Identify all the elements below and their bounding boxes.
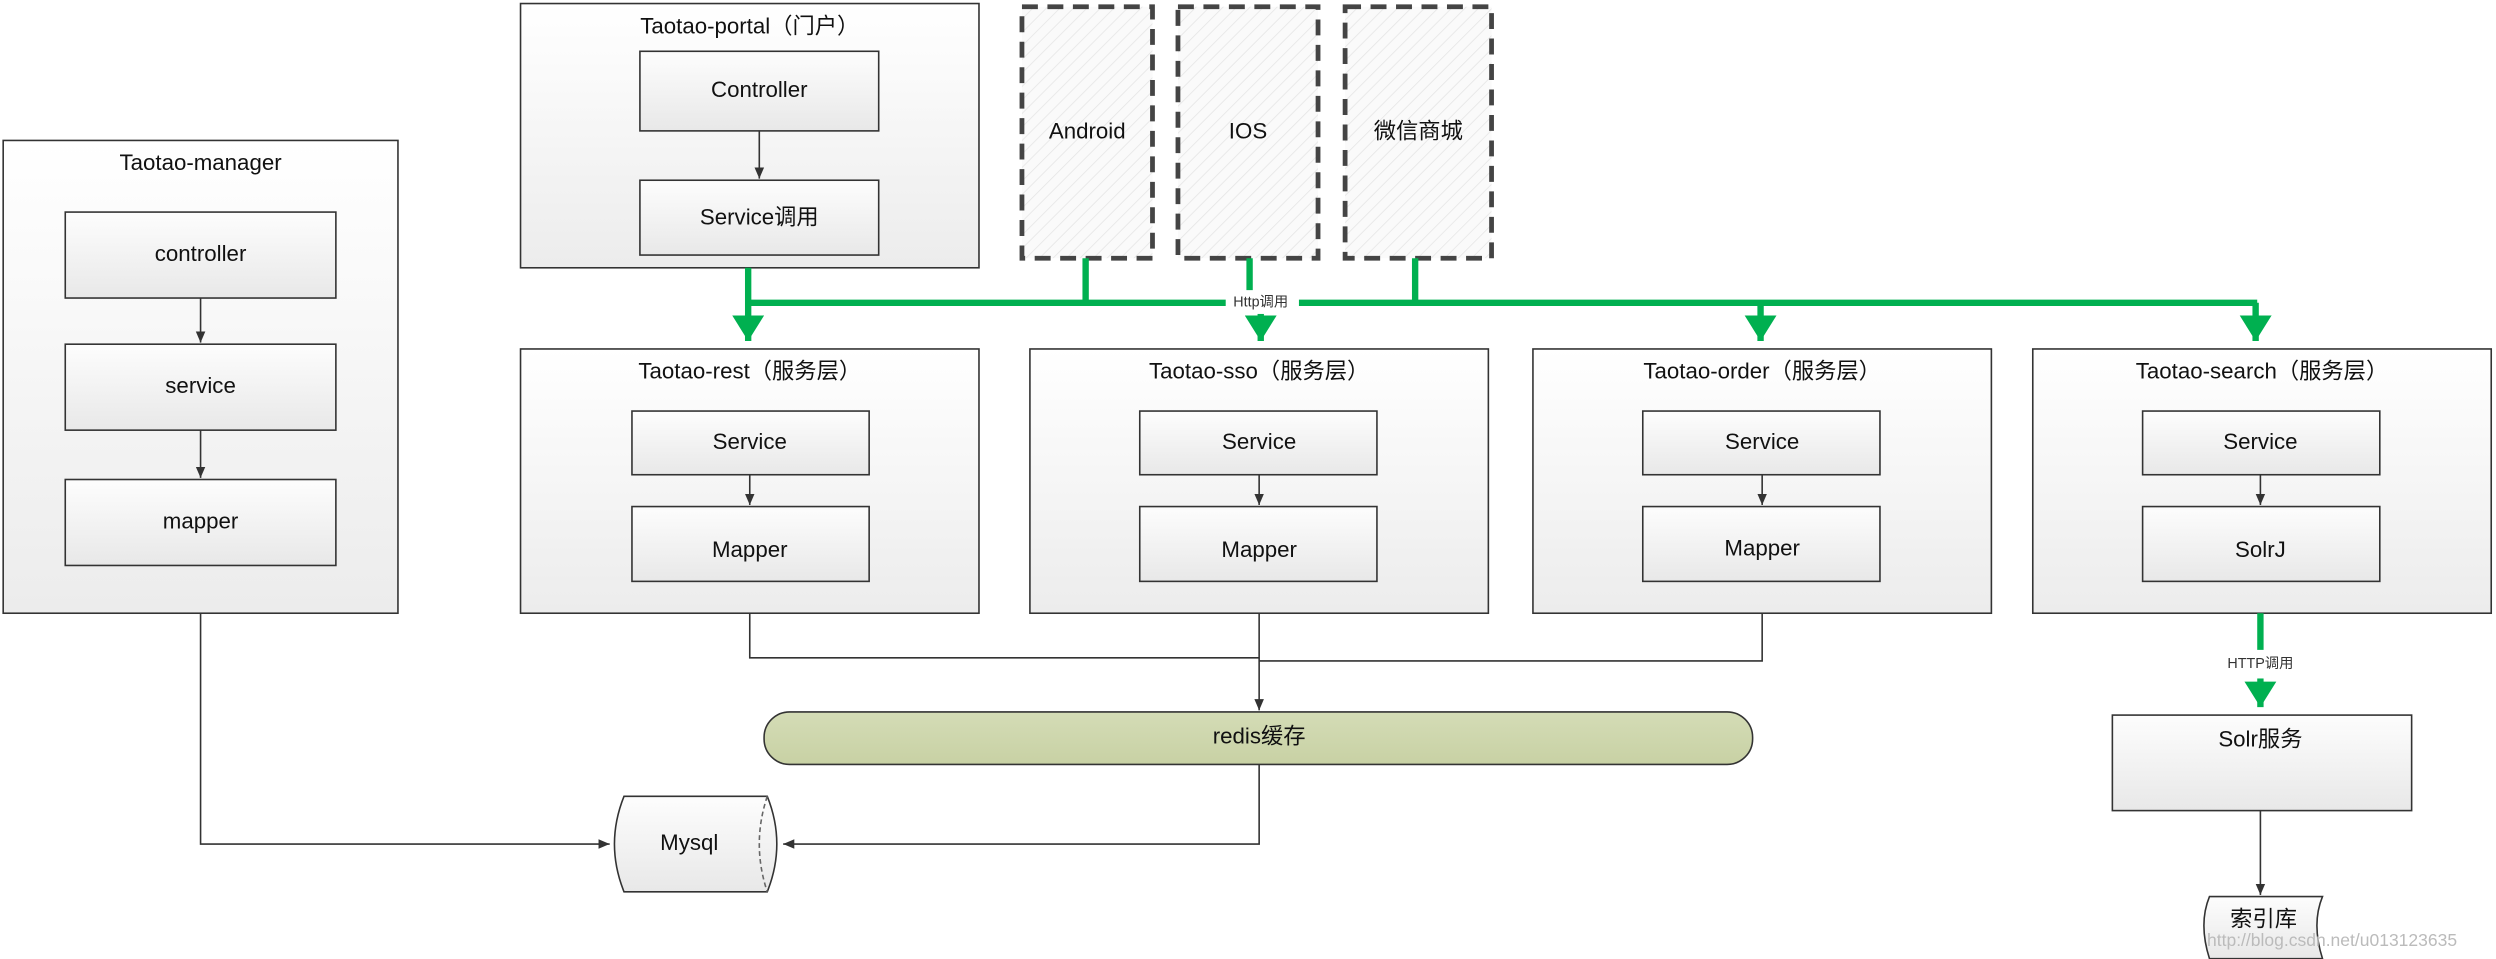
svg-text:Taotao-order（服务层）: Taotao-order（服务层）: [1643, 359, 1881, 384]
redis-cache: redis缓存: [763, 711, 1754, 766]
taotao-sso-module: Taotao-sso（服务层） Service Mapper: [1029, 348, 1490, 615]
manager-mapper: mapper: [163, 508, 239, 533]
svg-text:Mapper: Mapper: [712, 537, 788, 562]
svg-text:Service: Service: [713, 429, 787, 454]
svg-text:Mapper: Mapper: [1221, 537, 1297, 562]
manager-service: service: [165, 373, 236, 398]
taotao-search-module: Taotao-search（服务层） Service SolrJ: [2031, 348, 2493, 615]
portal-title: Taotao-portal（门户）: [640, 13, 859, 38]
portal-controller: Controller: [711, 77, 808, 102]
solr-link: HTTP调用: [2227, 613, 2293, 708]
manager-title: Taotao-manager: [119, 150, 282, 175]
taotao-manager-module: Taotao-manager controller service mapper: [2, 139, 399, 615]
svg-text:Solr服务: Solr服务: [2218, 726, 2302, 751]
taotao-rest-module: Taotao-rest（服务层） Service Mapper: [519, 348, 980, 615]
http-bus: Http调用: [732, 258, 2272, 342]
client-android: Android: [1019, 4, 1155, 261]
svg-text:redis缓存: redis缓存: [1213, 723, 1306, 748]
svg-text:Taotao-sso（服务层）: Taotao-sso（服务层）: [1149, 359, 1369, 384]
svg-text:Mysql: Mysql: [660, 830, 718, 855]
svg-text:Service: Service: [1725, 429, 1799, 454]
svg-text:微信商城: 微信商城: [1374, 118, 1463, 143]
taotao-portal-module: Taotao-portal（门户） Controller Service调用: [519, 2, 980, 269]
svg-text:Mapper: Mapper: [1724, 535, 1800, 560]
svg-text:Service: Service: [1222, 429, 1296, 454]
cache-connectors: [748, 613, 1763, 711]
portal-service: Service调用: [700, 204, 819, 229]
svg-text:Taotao-rest（服务层）: Taotao-rest（服务层）: [638, 359, 861, 384]
svg-text:Android: Android: [1049, 118, 1126, 143]
architecture-diagram: Taotao-manager controller service mapper…: [2, 2, 2493, 959]
client-wechat-mall: 微信商城: [1342, 4, 1494, 261]
solr-service: Solr服务: [2111, 714, 2413, 812]
manager-controller: controller: [155, 241, 247, 266]
svg-text:索引库: 索引库: [2230, 906, 2297, 931]
svg-text:Service: Service: [2223, 429, 2297, 454]
svg-text:HTTP调用: HTTP调用: [2227, 655, 2293, 672]
client-ios: IOS: [1175, 4, 1321, 261]
mysql-database: Mysql: [613, 795, 778, 893]
bus-label: Http调用: [1233, 294, 1288, 311]
svg-text:Taotao-search（服务层）: Taotao-search（服务层）: [2136, 359, 2388, 384]
taotao-order-module: Taotao-order（服务层） Service Mapper: [1532, 348, 1993, 615]
svg-text:IOS: IOS: [1229, 118, 1267, 143]
watermark: http://blog.csdn.net/u013123635: [2207, 930, 2457, 950]
svg-text:SolrJ: SolrJ: [2235, 537, 2286, 562]
